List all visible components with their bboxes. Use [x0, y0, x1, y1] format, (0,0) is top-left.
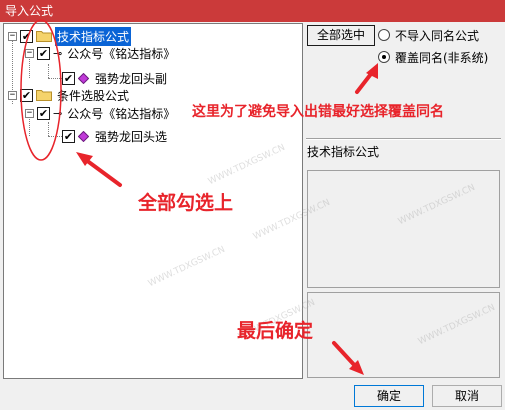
divider: [306, 138, 501, 140]
key-icon: ⊸: [53, 46, 63, 60]
formula-gem-icon: [77, 130, 90, 142]
tree-node-screener-formulas[interactable]: − ✔ 条件选股公式: [8, 86, 131, 104]
tree-checkbox[interactable]: ✔: [37, 106, 50, 120]
collapse-toggle[interactable]: −: [25, 48, 34, 58]
ok-button[interactable]: 确定: [354, 385, 424, 407]
tree-checkbox[interactable]: ✔: [62, 129, 75, 143]
window-title: 导入公式: [0, 0, 505, 22]
tree-checkbox[interactable]: ✔: [62, 71, 75, 85]
description-box: [307, 170, 500, 288]
collapse-toggle[interactable]: −: [25, 108, 34, 118]
radio-label: 不导入同名公式: [395, 28, 480, 43]
select-all-button[interactable]: 全部选中: [307, 25, 375, 46]
tree-node-label: 公众号《铭达指标》: [67, 106, 176, 121]
tree-checkbox[interactable]: ✔: [37, 46, 50, 60]
key-icon: ⊸: [53, 106, 63, 120]
collapse-toggle[interactable]: −: [8, 31, 17, 41]
radio-button[interactable]: [378, 29, 390, 41]
tree-node-tech-formulas[interactable]: − ✔ 技术指标公式: [8, 26, 132, 46]
tree-node-label: 强势龙回头选: [95, 129, 168, 144]
tree-node-group[interactable]: − ✔ ⊸ 公众号《铭达指标》: [25, 104, 177, 122]
formula-gem-icon: [77, 72, 90, 84]
info-label: 技术指标公式: [307, 145, 380, 159]
preview-box: [307, 292, 500, 378]
collapse-toggle[interactable]: −: [8, 90, 17, 100]
tree-node-formula[interactable]: ✔ 强势龙回头选: [62, 127, 169, 145]
annotation-check-all: 全部勾选上: [138, 192, 234, 214]
folder-icon: [36, 30, 52, 42]
annotation-confirm: 最后确定: [237, 320, 314, 342]
radio-overwrite[interactable]: 覆盖同名(非系统): [378, 49, 488, 65]
tree-checkbox[interactable]: ✔: [20, 29, 33, 43]
annotation-overwrite: 这里为了避免导入出错最好选择覆盖同名: [192, 104, 444, 120]
tree-checkbox[interactable]: ✔: [20, 88, 33, 102]
tree-node-label: 条件选股公式: [57, 88, 130, 103]
cancel-button[interactable]: 取消: [432, 385, 502, 407]
tree-connector: [48, 64, 49, 78]
tree-node-formula[interactable]: ✔ 强势龙回头副: [62, 69, 169, 87]
folder-icon: [36, 89, 52, 101]
tree-connector: [48, 122, 49, 136]
tree-connector: [48, 136, 62, 137]
tree-node-group[interactable]: − ✔ ⊸ 公众号《铭达指标》: [25, 44, 177, 62]
tree-node-label: 公众号《铭达指标》: [67, 46, 176, 61]
radio-label: 覆盖同名(非系统): [395, 50, 489, 65]
radio-no-import[interactable]: 不导入同名公式: [378, 27, 479, 43]
radio-button[interactable]: [378, 51, 390, 63]
tree-connector: [48, 78, 62, 79]
